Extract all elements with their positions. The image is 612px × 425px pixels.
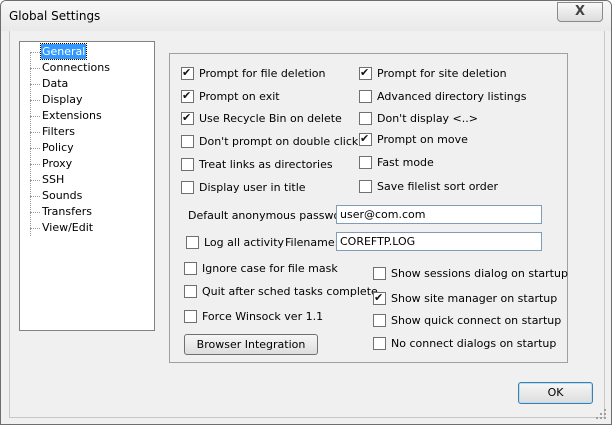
tree-branch-line [30, 84, 40, 85]
checkbox-box[interactable] [184, 285, 197, 298]
checkbox-box[interactable] [359, 156, 372, 169]
checkbox-box[interactable] [181, 135, 194, 148]
tree-branch-line [30, 68, 40, 69]
checkbox-label: No connect dialogs on startup [391, 337, 557, 350]
tree-item-label: Connections [42, 61, 110, 74]
tree-item-display[interactable]: Display [20, 92, 150, 108]
checkbox-label: Prompt for file deletion [199, 67, 326, 80]
checkbox-label: Don't prompt on double click [199, 135, 359, 148]
tree-item-policy[interactable]: Policy [20, 140, 150, 156]
checkbox-label: Quit after sched tasks complete [202, 285, 378, 298]
tree-item-data[interactable]: Data [20, 76, 150, 92]
tree-item-general[interactable]: General [20, 43, 150, 60]
browser-integration-button[interactable]: Browser Integration [184, 334, 318, 355]
tree-branch-line [30, 164, 40, 165]
checkbox-label: Log all activity [204, 236, 285, 249]
tree-item-label: Data [42, 77, 69, 90]
checkbox-box[interactable] [373, 314, 386, 327]
tree-branch-line [30, 148, 40, 149]
checkbox-box[interactable] [359, 112, 372, 125]
checkbox-box[interactable] [373, 291, 386, 305]
tree-item-label: Policy [42, 141, 74, 154]
tree-branch-line [30, 196, 40, 197]
checkbox-box[interactable] [184, 262, 197, 275]
checkbox-label: Advanced directory listings [377, 90, 527, 103]
tree-item-label: SSH [42, 173, 65, 186]
tree-branch-line [30, 180, 40, 181]
tree-item-extensions[interactable]: Extensions [20, 108, 150, 124]
close-button[interactable]: X [557, 2, 603, 22]
tree-item-label: Display [42, 93, 83, 106]
checkbox-label: Show sessions dialog on startup [391, 267, 568, 280]
tree-item-label: Transfers [42, 205, 92, 218]
tree-item-filters[interactable]: Filters [20, 124, 150, 140]
checkbox-label: Save filelist sort order [377, 180, 499, 193]
checkbox-label: Show quick connect on startup [391, 314, 562, 327]
tree-branch-line [30, 116, 40, 117]
tree-item-label: General [39, 43, 88, 60]
window-title: Global Settings [9, 9, 101, 23]
checkbox-label: Use Recycle Bin on delete [199, 112, 342, 125]
settings-category-tree[interactable]: General Connections Data Display Extensions F… [19, 41, 155, 331]
resize-grip[interactable] [596, 409, 608, 421]
checkbox-box[interactable] [184, 310, 197, 323]
tree-branch-line [30, 132, 40, 133]
checkbox-label: Prompt on move [377, 133, 468, 146]
checkbox-box[interactable] [373, 337, 386, 350]
checkbox-label: Show site manager on startup [391, 292, 558, 305]
checkbox-label: Don't display <..> [377, 112, 478, 125]
tree-item-label: View/Edit [42, 221, 94, 234]
checkbox-box[interactable] [181, 66, 194, 80]
checkbox-label: Display user in title [199, 181, 306, 194]
tree-item-label: Sounds [42, 189, 83, 202]
tree-item-label: Extensions [42, 109, 102, 122]
checkbox-label: Prompt on exit [199, 90, 280, 103]
tree-item-label: Proxy [42, 157, 73, 170]
anon-password-label: Default anonymous password: [188, 209, 356, 222]
checkbox-box[interactable] [359, 132, 372, 146]
tree-item-sounds[interactable]: Sounds [20, 188, 150, 204]
checkbox-box[interactable] [359, 90, 372, 103]
anon-password-input[interactable]: user@com.com [336, 205, 542, 224]
checkbox-box[interactable] [186, 236, 199, 249]
checkbox-box[interactable] [373, 267, 386, 280]
checkbox-box[interactable] [359, 180, 372, 193]
ok-button[interactable]: OK [518, 382, 593, 404]
checkbox-label: Force Winsock ver 1.1 [202, 310, 324, 323]
close-icon: X [574, 4, 586, 19]
checkbox-label: Treat links as directories [199, 158, 333, 171]
checkbox-label: Fast mode [377, 156, 434, 169]
tree-branch-line [30, 100, 40, 101]
log-filename-input[interactable]: COREFTP.LOG [336, 232, 542, 251]
tree-item-ssh[interactable]: SSH [20, 172, 150, 188]
checkbox-box[interactable] [181, 158, 194, 171]
checkbox-box[interactable] [359, 66, 372, 80]
tree-branch-line [30, 52, 40, 53]
tree-item-view-edit[interactable]: View/Edit [20, 220, 150, 236]
tree-branch-line [30, 212, 40, 213]
tree-item-proxy[interactable]: Proxy [20, 156, 150, 172]
tree-item-label: Filters [42, 125, 75, 138]
checkbox-box[interactable] [181, 89, 194, 103]
tree-branch-line [30, 228, 40, 229]
title-bar[interactable]: Global Settings X [1, 1, 611, 31]
checkbox-box[interactable] [181, 111, 194, 125]
tree-item-transfers[interactable]: Transfers [20, 204, 150, 220]
checkbox-box[interactable] [181, 181, 194, 194]
checkbox-label: Prompt for site deletion [377, 67, 507, 80]
checkbox-label: Ignore case for file mask [202, 262, 338, 275]
tree-item-connections[interactable]: Connections [20, 60, 150, 76]
filename-label: Filename: [285, 236, 339, 249]
